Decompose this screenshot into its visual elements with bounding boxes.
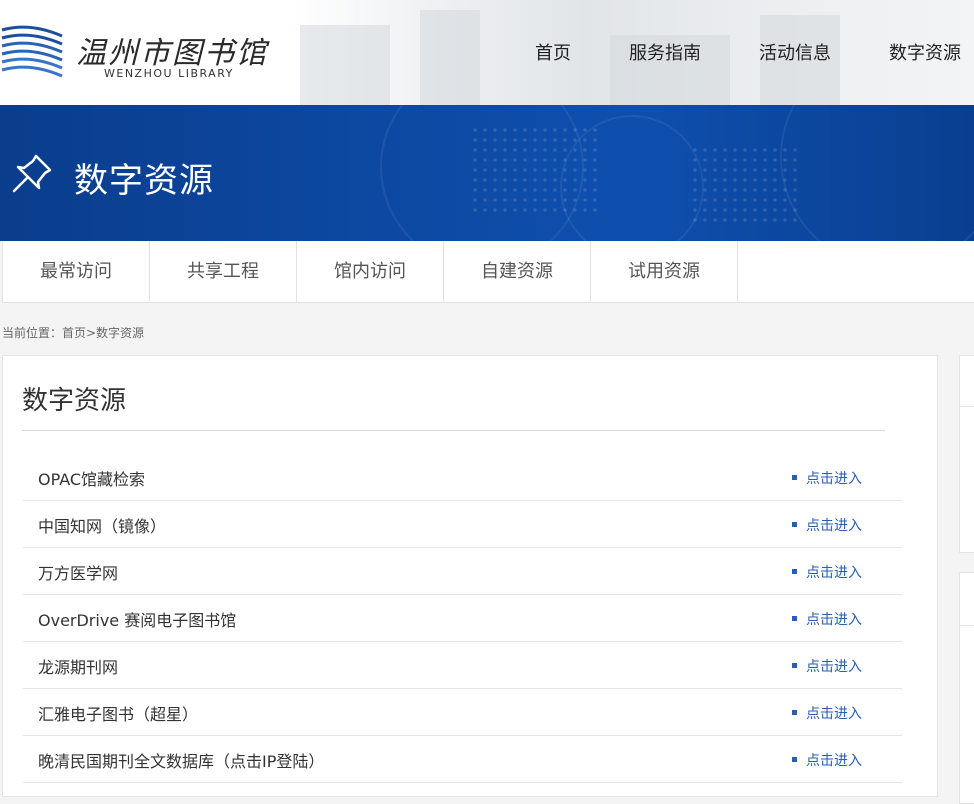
resource-name[interactable]: OverDrive 赛阅电子图书馆 bbox=[38, 607, 236, 631]
enter-link-label: 点击进入 bbox=[806, 565, 862, 581]
pushpin-icon bbox=[12, 154, 52, 193]
bullet-square-icon bbox=[792, 568, 797, 574]
tab-most-visited[interactable]: 最常访问 bbox=[3, 241, 150, 302]
divider bbox=[960, 406, 974, 407]
resource-name[interactable]: 汇雅电子图书（超星） bbox=[38, 701, 198, 725]
resource-panel: 数字资源 OPAC馆藏检索 点击进入 中国知网（镜像） 点击进入 万方医学网 点… bbox=[2, 355, 938, 797]
side-panel-top bbox=[959, 355, 974, 553]
logo-waves-icon bbox=[1, 25, 63, 78]
building-silhouette bbox=[420, 10, 480, 105]
logo-text-en: WENZHOU LIBRARY bbox=[104, 67, 234, 80]
enter-link[interactable]: 点击进入 bbox=[792, 515, 862, 535]
list-item: 万方医学网 点击进入 bbox=[23, 548, 902, 595]
bullet-square-icon bbox=[792, 615, 797, 621]
bullet-square-icon bbox=[792, 756, 797, 762]
tab-self-built[interactable]: 自建资源 bbox=[444, 241, 591, 302]
resource-list: OPAC馆藏检索 点击进入 中国知网（镜像） 点击进入 万方医学网 点击进入 O… bbox=[23, 454, 902, 783]
side-panel-bottom bbox=[959, 572, 974, 804]
enter-link-label: 点击进入 bbox=[806, 659, 862, 675]
enter-link[interactable]: 点击进入 bbox=[792, 468, 862, 488]
divider bbox=[960, 625, 974, 626]
banner-title: 数字资源 bbox=[74, 161, 214, 201]
enter-link[interactable]: 点击进入 bbox=[792, 562, 862, 582]
banner-dot-pattern bbox=[470, 125, 600, 215]
panel-title: 数字资源 bbox=[22, 386, 127, 416]
list-item: 汇雅电子图书（超星） 点击进入 bbox=[23, 689, 902, 736]
enter-link[interactable]: 点击进入 bbox=[792, 656, 862, 676]
bullet-square-icon bbox=[792, 662, 797, 668]
list-item: 中国知网（镜像） 点击进入 bbox=[23, 501, 902, 548]
logo-text-cn: 温州市图书馆 bbox=[76, 36, 268, 71]
resource-name[interactable]: 龙源期刊网 bbox=[38, 654, 118, 678]
breadcrumb: 当前位置：首页>数字资源 bbox=[2, 326, 145, 340]
divider bbox=[22, 430, 885, 431]
banner-decoration bbox=[780, 105, 974, 241]
enter-link-label: 点击进入 bbox=[806, 612, 862, 628]
nav-digital-resources[interactable]: 数字资源 bbox=[889, 40, 961, 70]
resource-name[interactable]: 晚清民国期刊全文数据库（点击IP登陆） bbox=[38, 748, 324, 772]
list-item: 晚清民国期刊全文数据库（点击IP登陆） 点击进入 bbox=[23, 736, 902, 783]
site-header: 温州市图书馆 WENZHOU LIBRARY 首页 服务指南 活动信息 数字资源 bbox=[0, 0, 974, 105]
resource-name[interactable]: OPAC馆藏检索 bbox=[38, 466, 145, 490]
enter-link-label: 点击进入 bbox=[806, 753, 862, 769]
main-nav: 首页 服务指南 活动信息 数字资源 bbox=[477, 40, 974, 70]
resource-name[interactable]: 万方医学网 bbox=[38, 560, 118, 584]
nav-events[interactable]: 活动信息 bbox=[759, 40, 831, 70]
tab-shared-project[interactable]: 共享工程 bbox=[150, 241, 297, 302]
page-banner: 数字资源 bbox=[0, 105, 974, 241]
banner-dot-pattern bbox=[690, 145, 800, 225]
enter-link[interactable]: 点击进入 bbox=[792, 703, 862, 723]
bullet-square-icon bbox=[792, 521, 797, 527]
enter-link[interactable]: 点击进入 bbox=[792, 750, 862, 770]
tab-in-library-access[interactable]: 馆内访问 bbox=[297, 241, 444, 302]
nav-home[interactable]: 首页 bbox=[535, 40, 571, 70]
list-item: 龙源期刊网 点击进入 bbox=[23, 642, 902, 689]
resource-name[interactable]: 中国知网（镜像） bbox=[38, 513, 166, 537]
enter-link-label: 点击进入 bbox=[806, 706, 862, 722]
enter-link-label: 点击进入 bbox=[806, 518, 862, 534]
bullet-square-icon bbox=[792, 709, 797, 715]
list-item: OverDrive 赛阅电子图书馆 点击进入 bbox=[23, 595, 902, 642]
list-item: OPAC馆藏检索 点击进入 bbox=[23, 454, 902, 501]
tab-trial-resources[interactable]: 试用资源 bbox=[591, 241, 738, 302]
nav-service-guide[interactable]: 服务指南 bbox=[629, 40, 701, 70]
sub-tabs: 最常访问 共享工程 馆内访问 自建资源 试用资源 bbox=[2, 241, 974, 303]
enter-link[interactable]: 点击进入 bbox=[792, 609, 862, 629]
enter-link-label: 点击进入 bbox=[806, 471, 862, 487]
bullet-square-icon bbox=[792, 474, 797, 480]
building-silhouette bbox=[300, 25, 390, 105]
